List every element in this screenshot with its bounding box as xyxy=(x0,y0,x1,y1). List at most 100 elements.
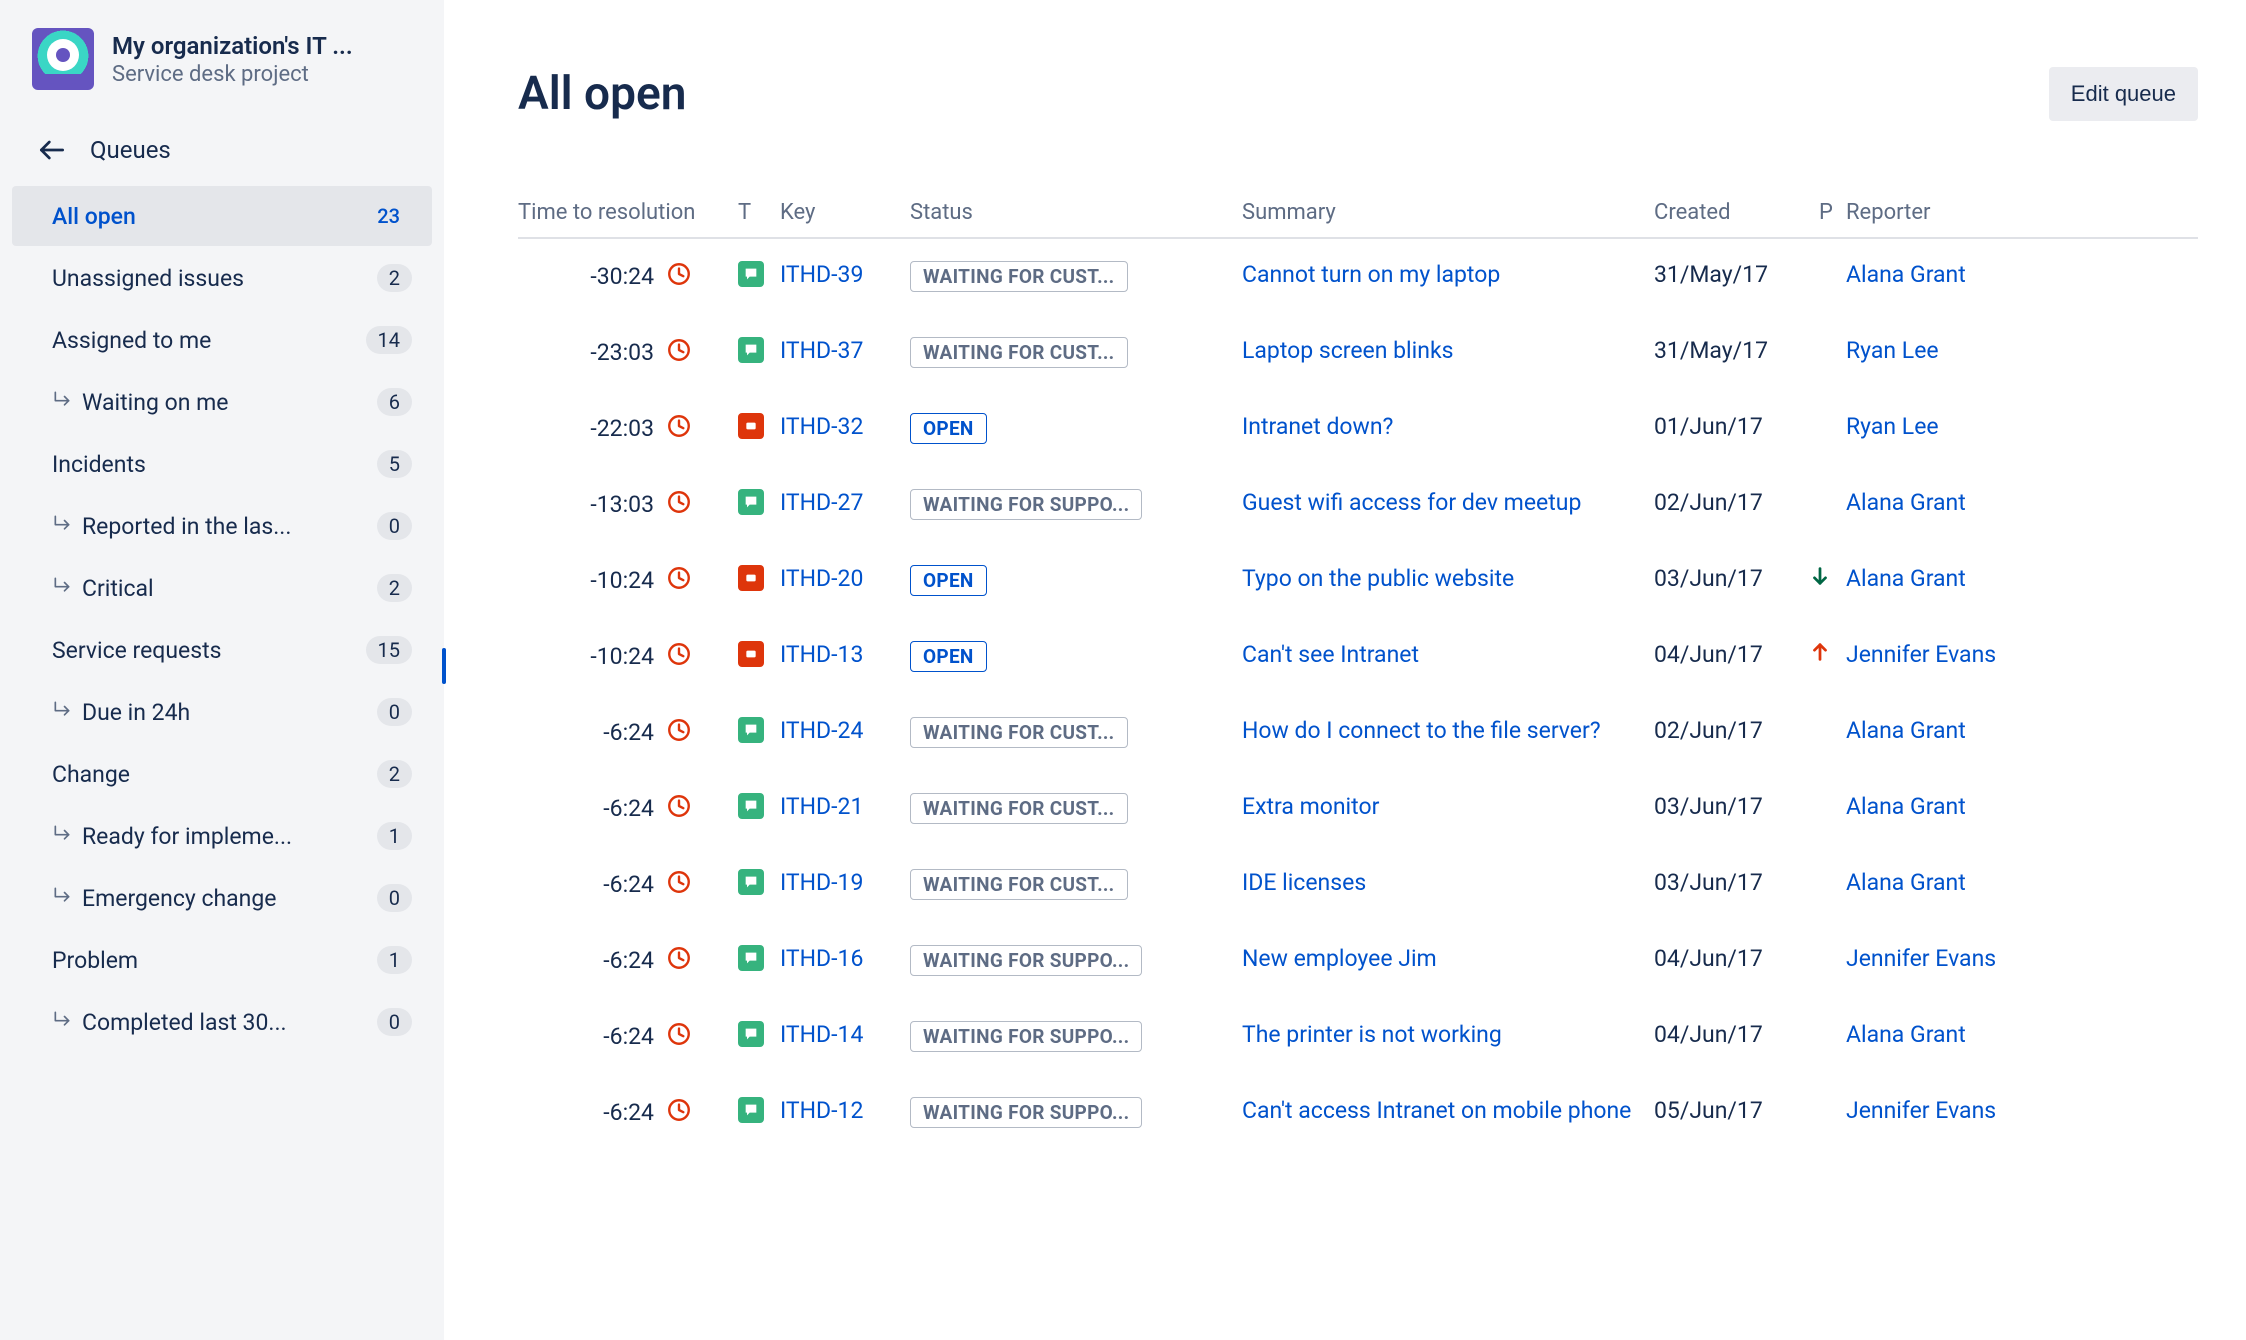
reporter-link[interactable]: Alana Grant xyxy=(1846,717,1966,744)
queues-label: Queues xyxy=(90,136,171,164)
issue-summary-link[interactable]: Can't access Intranet on mobile phone xyxy=(1242,1097,1631,1124)
sidebar-resize-handle[interactable] xyxy=(442,648,446,684)
issue-summary-link[interactable]: New employee Jim xyxy=(1242,945,1437,972)
cell-status: WAITING FOR SUPPO... xyxy=(910,1097,1242,1128)
queue-item-label: Change xyxy=(52,761,130,788)
queue-item[interactable]: Incidents5 xyxy=(12,434,432,494)
cell-key: ITHD-24 xyxy=(780,717,910,744)
cell-key: ITHD-39 xyxy=(780,261,910,288)
request-type-icon xyxy=(738,261,764,287)
issue-key-link[interactable]: ITHD-14 xyxy=(780,1021,863,1048)
cell-reporter: Ryan Lee xyxy=(1846,337,2198,364)
project-header[interactable]: My organization's IT ... Service desk pr… xyxy=(12,28,432,118)
issue-key-link[interactable]: ITHD-12 xyxy=(780,1097,863,1124)
queue-item[interactable]: Ready for impleme...1 xyxy=(12,806,432,866)
reporter-link[interactable]: Jennifer Evans xyxy=(1846,945,1996,972)
reporter-link[interactable]: Ryan Lee xyxy=(1846,413,1939,440)
cell-key: ITHD-37 xyxy=(780,337,910,364)
status-badge[interactable]: WAITING FOR SUPPO... xyxy=(910,1097,1142,1128)
issue-key-link[interactable]: ITHD-20 xyxy=(780,565,863,592)
cell-summary: Typo on the public website xyxy=(1242,565,1654,592)
issue-key-link[interactable]: ITHD-24 xyxy=(780,717,863,744)
queue-item-label: Unassigned issues xyxy=(52,265,244,292)
cell-type xyxy=(738,413,780,439)
status-badge[interactable]: WAITING FOR CUST... xyxy=(910,337,1128,368)
queue-item[interactable]: Due in 24h0 xyxy=(12,682,432,742)
reporter-link[interactable]: Alana Grant xyxy=(1846,793,1966,820)
col-summary[interactable]: Summary xyxy=(1242,200,1654,225)
issue-key-link[interactable]: ITHD-16 xyxy=(780,945,863,972)
queue-item[interactable]: Assigned to me14 xyxy=(12,310,432,370)
queues-back-header[interactable]: Queues xyxy=(12,118,432,186)
cell-type xyxy=(738,1097,780,1123)
reporter-link[interactable]: Jennifer Evans xyxy=(1846,1097,1996,1124)
queue-item[interactable]: Unassigned issues2 xyxy=(12,248,432,308)
time-value: -22:03 xyxy=(590,415,654,442)
project-avatar-icon xyxy=(32,28,94,90)
cell-created: 04/Jun/17 xyxy=(1654,1021,1806,1048)
arrow-left-icon[interactable] xyxy=(36,134,68,166)
queue-item[interactable]: All open23 xyxy=(12,186,432,246)
col-reporter[interactable]: Reporter xyxy=(1846,200,2198,225)
status-badge[interactable]: OPEN xyxy=(910,413,987,444)
issue-summary-link[interactable]: Guest wifi access for dev meetup xyxy=(1242,489,1581,516)
issue-summary-link[interactable]: IDE licenses xyxy=(1242,869,1366,896)
issue-summary-link[interactable]: Typo on the public website xyxy=(1242,565,1514,592)
issue-summary-link[interactable]: Cannot turn on my laptop xyxy=(1242,261,1500,288)
issue-summary-link[interactable]: Can't see Intranet xyxy=(1242,641,1419,668)
reporter-link[interactable]: Alana Grant xyxy=(1846,489,1966,516)
issue-key-link[interactable]: ITHD-27 xyxy=(780,489,863,516)
issue-key-link[interactable]: ITHD-19 xyxy=(780,869,863,896)
table-row: -10:24ITHD-13OPENCan't see Intranet04/Ju… xyxy=(518,619,2198,695)
cell-created: 03/Jun/17 xyxy=(1654,869,1806,896)
issue-summary-link[interactable]: Laptop screen blinks xyxy=(1242,337,1453,364)
col-time-to-resolution[interactable]: Time to resolution xyxy=(518,200,738,225)
status-badge[interactable]: WAITING FOR SUPPO... xyxy=(910,489,1142,520)
issue-key-link[interactable]: ITHD-32 xyxy=(780,413,863,440)
issue-summary-link[interactable]: How do I connect to the file server? xyxy=(1242,717,1601,744)
issue-key-link[interactable]: ITHD-21 xyxy=(780,793,863,820)
cell-summary: New employee Jim xyxy=(1242,945,1654,972)
queue-item[interactable]: Change 2 xyxy=(12,744,432,804)
reporter-link[interactable]: Ryan Lee xyxy=(1846,337,1939,364)
status-badge[interactable]: OPEN xyxy=(910,641,987,672)
col-status[interactable]: Status xyxy=(910,200,1242,225)
issue-summary-link[interactable]: Extra monitor xyxy=(1242,793,1379,820)
queue-item[interactable]: Critical2 xyxy=(12,558,432,618)
sub-arrow-icon xyxy=(52,1009,72,1035)
reporter-link[interactable]: Alana Grant xyxy=(1846,565,1966,592)
issue-summary-link[interactable]: The printer is not working xyxy=(1242,1021,1502,1048)
issue-key-link[interactable]: ITHD-13 xyxy=(780,641,863,668)
queue-item[interactable]: Reported in the las...0 xyxy=(12,496,432,556)
status-badge[interactable]: WAITING FOR CUST... xyxy=(910,869,1128,900)
queue-item[interactable]: Waiting on me6 xyxy=(12,372,432,432)
status-badge[interactable]: WAITING FOR CUST... xyxy=(910,793,1128,824)
queue-item[interactable]: Emergency change0 xyxy=(12,868,432,928)
status-badge[interactable]: WAITING FOR CUST... xyxy=(910,261,1128,292)
status-badge[interactable]: OPEN xyxy=(910,565,987,596)
queue-item-count: 2 xyxy=(377,574,412,602)
col-key[interactable]: Key xyxy=(780,200,910,225)
queue-item-label: All open xyxy=(52,203,136,230)
queue-item[interactable]: Service requests15 xyxy=(12,620,432,680)
issue-key-link[interactable]: ITHD-37 xyxy=(780,337,863,364)
col-priority[interactable]: P xyxy=(1806,200,1846,225)
reporter-link[interactable]: Alana Grant xyxy=(1846,869,1966,896)
queue-item[interactable]: Problem1 xyxy=(12,930,432,990)
reporter-link[interactable]: Alana Grant xyxy=(1846,1021,1966,1048)
main-content: All open Edit queue Time to resolution T… xyxy=(444,0,2246,1340)
issue-key-link[interactable]: ITHD-39 xyxy=(780,261,863,288)
cell-created: 02/Jun/17 xyxy=(1654,717,1806,744)
col-created[interactable]: Created xyxy=(1654,200,1806,225)
status-badge[interactable]: WAITING FOR SUPPO... xyxy=(910,1021,1142,1052)
issue-summary-link[interactable]: Intranet down? xyxy=(1242,413,1393,440)
queue-item[interactable]: Completed last 30...0 xyxy=(12,992,432,1052)
status-badge[interactable]: WAITING FOR SUPPO... xyxy=(910,945,1142,976)
status-badge[interactable]: WAITING FOR CUST... xyxy=(910,717,1128,748)
edit-queue-button[interactable]: Edit queue xyxy=(2049,67,2198,121)
queue-item-count: 2 xyxy=(377,760,412,788)
incident-type-icon xyxy=(738,413,764,439)
reporter-link[interactable]: Jennifer Evans xyxy=(1846,641,1996,668)
col-type[interactable]: T xyxy=(738,200,780,225)
reporter-link[interactable]: Alana Grant xyxy=(1846,261,1966,288)
